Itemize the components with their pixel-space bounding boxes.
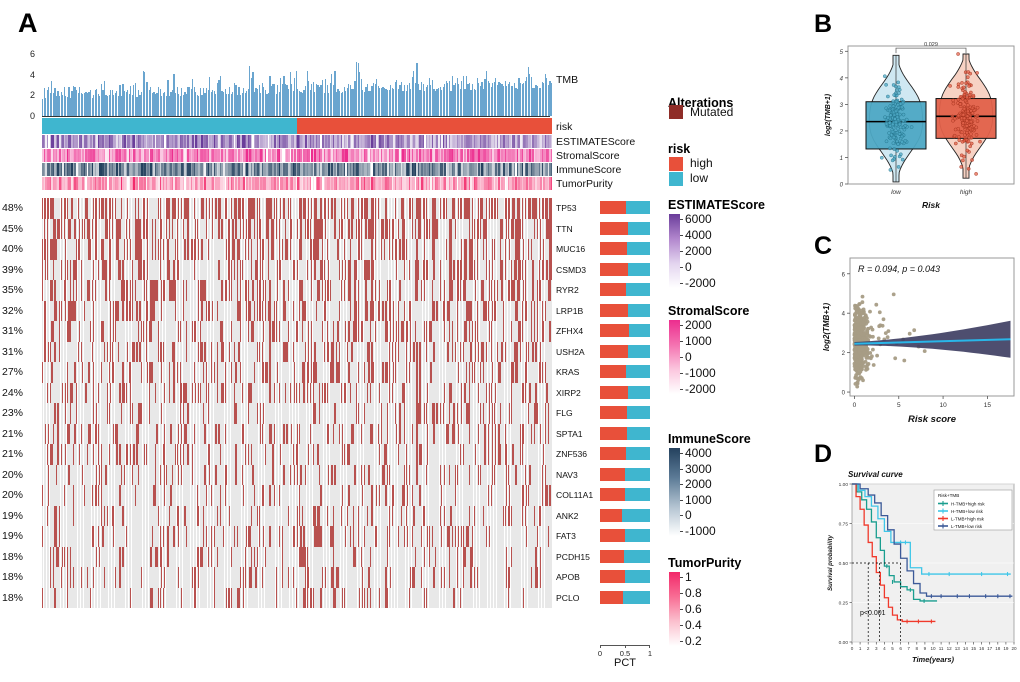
mutation-cell-wildtype (551, 342, 552, 363)
heatmap-row (42, 301, 550, 322)
mutation-cell-mutated (551, 219, 552, 240)
annotation-cell (551, 135, 553, 148)
tmb-bar (551, 83, 552, 116)
heatmap-row (42, 280, 550, 301)
heatmap-row (42, 342, 550, 363)
tmb-axis: 0246 (14, 44, 40, 116)
mutation-heatmap (42, 198, 550, 608)
annotation-track-stromal-score (42, 149, 550, 162)
heatmap-row (42, 198, 550, 219)
tmb-tick-label: 6 (30, 49, 35, 59)
heatmap-row (42, 362, 550, 383)
mutation-cell-wildtype (551, 280, 552, 301)
tmb-tick-label: 0 (30, 111, 35, 121)
tmb-baseline (42, 116, 550, 117)
annotation-cell (551, 118, 553, 134)
mutation-cell-mutated (551, 198, 552, 219)
annotation-track-estimate-score (42, 135, 550, 148)
annotation-cell (551, 163, 553, 176)
mutation-cell-wildtype (551, 301, 552, 322)
annotation-track-tumor-purity (42, 177, 550, 190)
annotation-cell (551, 177, 553, 190)
mutation-cell-mutated (551, 260, 552, 281)
heatmap-row (42, 239, 550, 260)
tmb-barchart (42, 42, 550, 116)
annotation-cell (551, 149, 553, 162)
heatmap-row (42, 383, 550, 404)
annotation-track-immune-score (42, 163, 550, 176)
heatmap-row (42, 321, 550, 342)
mutation-cell-wildtype (551, 362, 552, 383)
mutation-cell-wildtype (551, 321, 552, 342)
tmb-track-label: TMB (556, 74, 578, 86)
tmb-tick-label: 2 (30, 90, 35, 100)
heatmap-row (42, 219, 550, 240)
heatmap-row (42, 260, 550, 281)
mutation-cell-mutated (551, 239, 552, 260)
panel-a: A 0246 TMB 48%45%40%39%35%32%31%31%27%24… (0, 0, 660, 677)
tmb-tick-label: 4 (30, 70, 35, 80)
annotation-track-risk (42, 118, 550, 134)
panel-a-letter: A (18, 10, 38, 37)
